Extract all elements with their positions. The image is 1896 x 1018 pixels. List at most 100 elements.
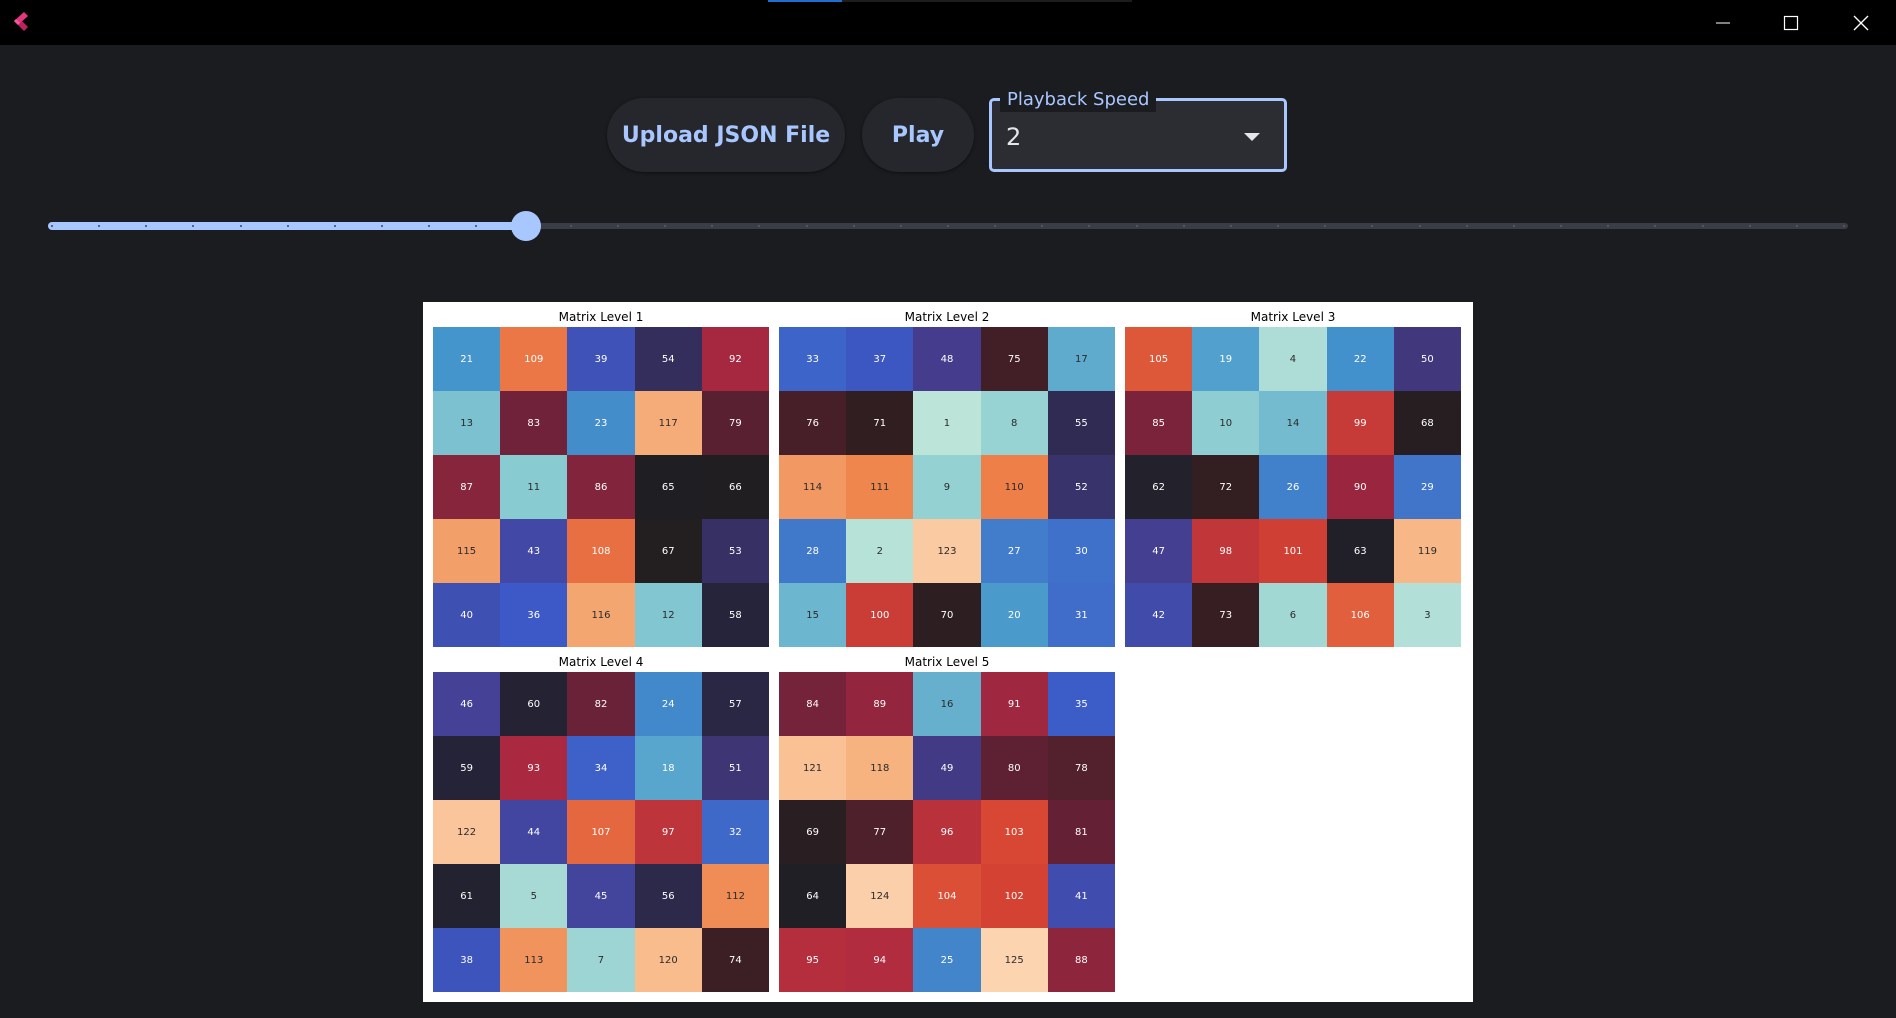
matrix-cell: 117 <box>634 391 702 455</box>
matrix-cell: 24 <box>634 672 702 736</box>
matrix-cell: 94 <box>846 928 914 992</box>
matrix-cell: 3 <box>1393 583 1461 647</box>
matrix-cell: 2 <box>846 519 914 583</box>
slider-tick <box>899 225 902 227</box>
matrix-cell: 119 <box>1393 519 1461 583</box>
slider-tick <box>1465 225 1468 227</box>
matrix-cell: 55 <box>1047 391 1115 455</box>
title-bar <box>0 0 1896 45</box>
matrix-cell: 86 <box>567 455 635 519</box>
matrix-cell: 12 <box>634 583 702 647</box>
matrix-cell: 92 <box>701 327 769 391</box>
matrix-cell: 17 <box>1047 327 1115 391</box>
matrix-cell: 82 <box>567 672 635 736</box>
matrix-cell: 88 <box>1047 928 1115 992</box>
matrix-cell: 105 <box>1125 327 1193 391</box>
slider-thumb[interactable] <box>510 211 541 241</box>
close-icon <box>1853 15 1869 30</box>
matrix-cell: 75 <box>980 327 1048 391</box>
matrix-cell: 71 <box>846 391 914 455</box>
slider-tick <box>1182 225 1185 227</box>
matrix-cell: 6 <box>1259 583 1327 647</box>
matrix-cell: 13 <box>433 391 501 455</box>
slider-tick <box>1795 225 1798 227</box>
matrix-cell: 58 <box>701 583 769 647</box>
slider-tick <box>333 225 336 227</box>
matrix-cell: 113 <box>500 928 568 992</box>
matrix-grid: 105 19 4 22 50 85 10 14 99 68 62 72 26 90 29 47 98 101 63 1… <box>1125 327 1461 647</box>
slider-tick <box>1701 225 1704 227</box>
matrix-cell: 46 <box>433 672 501 736</box>
matrix-cell: 96 <box>913 800 981 864</box>
matrix-cell: 59 <box>433 736 501 800</box>
matrix-cell: 115 <box>433 519 501 583</box>
minimize-icon <box>1716 22 1730 23</box>
matrix-cell: 5 <box>500 864 568 928</box>
matrix-cell: 100 <box>846 583 914 647</box>
matrix-cell: 77 <box>846 800 914 864</box>
matrix-cell: 14 <box>1259 391 1327 455</box>
matrix-cell: 116 <box>567 583 635 647</box>
play-button[interactable]: Play <box>862 98 974 172</box>
matrix-cell: 10 <box>1192 391 1260 455</box>
matrix-cell: 108 <box>567 519 635 583</box>
matrix-cell: 20 <box>980 583 1048 647</box>
matrix-cell: 101 <box>1259 519 1327 583</box>
chevron-down-icon[interactable] <box>1244 133 1260 141</box>
matrix-cell: 34 <box>567 736 635 800</box>
slider-tick <box>805 225 808 227</box>
matrix-cell: 91 <box>980 672 1048 736</box>
playback-speed-label: Playback Speed <box>1000 88 1157 112</box>
matrix-cell: 1 <box>913 391 981 455</box>
matrix-grid: 21 109 39 54 92 13 83 23 117 79 87 11 86 65 66 115 43 108… <box>433 327 769 647</box>
matrix-cell: 28 <box>779 519 847 583</box>
matrix-cell: 26 <box>1259 455 1327 519</box>
matrix-cell: 110 <box>980 455 1048 519</box>
matrix-cell: 78 <box>1047 736 1115 800</box>
matrix-cell: 40 <box>433 583 501 647</box>
matrix-cell: 104 <box>913 864 981 928</box>
slider-tick <box>852 225 855 227</box>
matrix-cell: 85 <box>1125 391 1193 455</box>
matrix-cell: 45 <box>567 864 635 928</box>
matrix-cell: 76 <box>779 391 847 455</box>
matrix-cell: 125 <box>980 928 1048 992</box>
minimize-button[interactable] <box>1688 0 1758 45</box>
close-button[interactable] <box>1826 0 1896 45</box>
playback-speed-value[interactable]: 2 <box>1006 123 1021 151</box>
matrix-cell: 47 <box>1125 519 1193 583</box>
matrix-cell: 54 <box>634 327 702 391</box>
matrix-title: Matrix Level 3 <box>1250 310 1336 324</box>
matrix-cell: 79 <box>701 391 769 455</box>
matrix-cell: 68 <box>1393 391 1461 455</box>
matrix-cell: 22 <box>1326 327 1394 391</box>
matrix-cell: 36 <box>500 583 568 647</box>
matrix-cell: 16 <box>913 672 981 736</box>
matrix-cell: 107 <box>567 800 635 864</box>
maximize-icon <box>1783 15 1799 30</box>
matrix-cell: 97 <box>634 800 702 864</box>
matrix-cell: 67 <box>634 519 702 583</box>
matrix-cell: 43 <box>500 519 568 583</box>
matrix-cell: 81 <box>1047 800 1115 864</box>
matrix-cell: 56 <box>634 864 702 928</box>
matrix-cell: 4 <box>1259 327 1327 391</box>
matrix-grid: 33 37 48 75 17 76 71 1 8 55 114 111 9 110 52 28 2 123 27 30… <box>779 327 1115 647</box>
matrix-cell: 57 <box>701 672 769 736</box>
matrix-cell: 9 <box>913 455 981 519</box>
upload-json-button[interactable]: Upload JSON File <box>607 98 845 172</box>
level-slider[interactable] <box>48 210 1848 241</box>
matrix-title: Matrix Level 2 <box>904 310 990 324</box>
matrix-cell: 90 <box>1326 455 1394 519</box>
matrix-cell: 95 <box>779 928 847 992</box>
matrix-cell: 122 <box>433 800 501 864</box>
matrix-cell: 7 <box>567 928 635 992</box>
matrix-cell: 118 <box>846 736 914 800</box>
matrix-grid: 46 60 82 24 57 59 93 34 18 51 122 44 107 97 32 61 5 45 56 1… <box>433 672 769 992</box>
matrix-cell: 98 <box>1192 519 1260 583</box>
maximize-button[interactable] <box>1756 0 1826 45</box>
matrix-cell: 60 <box>500 672 568 736</box>
matrix-cell: 123 <box>913 519 981 583</box>
matrix-figure: Matrix Level 1 21 109 39 54 92 13 83 23 117 79 87 1… <box>423 302 1473 1002</box>
matrix-cell: 64 <box>779 864 847 928</box>
